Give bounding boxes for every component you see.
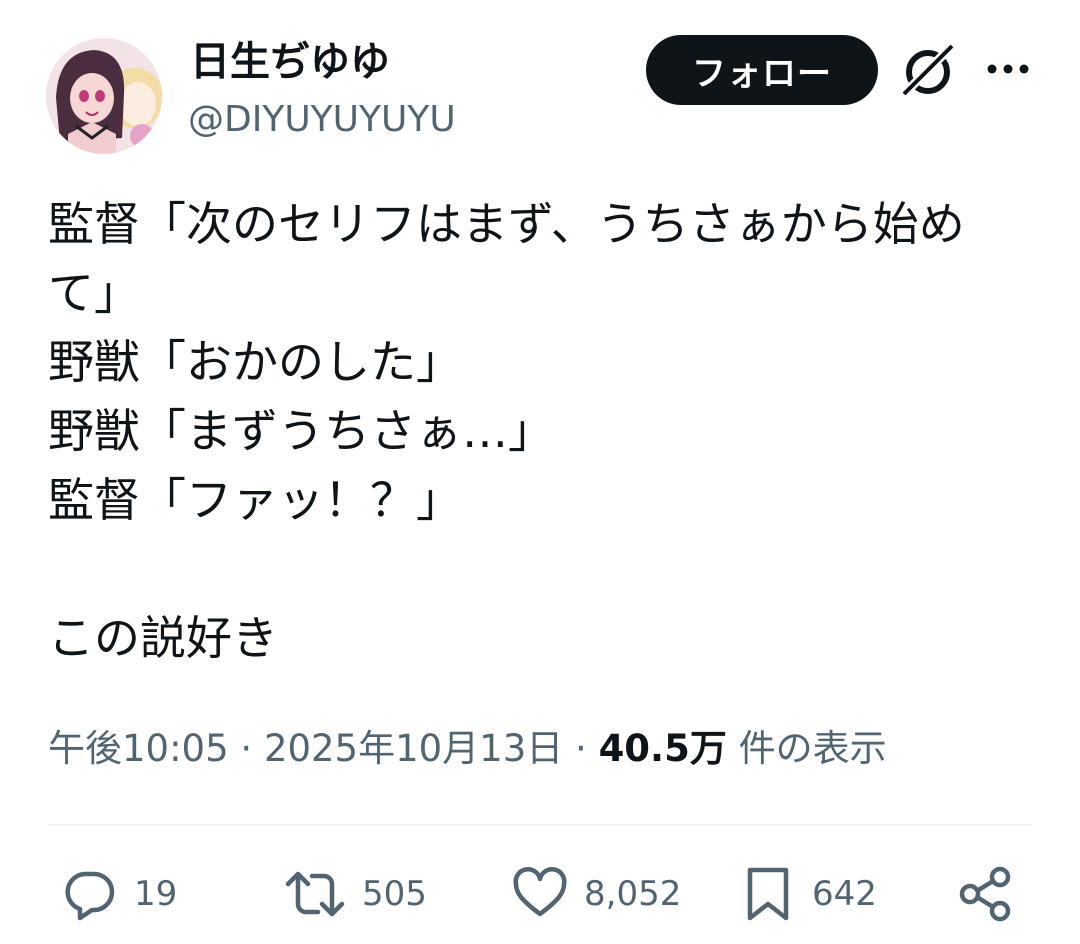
views-label: 件の表示	[738, 727, 887, 770]
retweet-button[interactable]: 505	[284, 862, 427, 926]
views-count: 40.5万	[598, 727, 727, 770]
reply-button[interactable]: 19	[62, 862, 177, 926]
bookmark-count: 642	[812, 874, 877, 914]
more-dots-icon[interactable]	[984, 56, 1032, 82]
tweet-text: 監督「次のセリフはまず、うちさぁから始めて」 野獣「おかのした」 野獣「まずうち…	[48, 197, 965, 665]
meta-separator: ·	[575, 727, 587, 770]
display-name[interactable]: 日生ぢゆゆ	[190, 36, 390, 88]
retweet-count: 505	[362, 874, 427, 914]
user-handle[interactable]: @DIYUYUYUYU	[188, 96, 456, 144]
heart-icon	[513, 867, 567, 917]
tweet-date[interactable]: 2025年10月13日	[264, 727, 563, 770]
follow-button[interactable]: フォロー	[646, 35, 878, 105]
share-button[interactable]	[956, 862, 1014, 926]
reply-icon	[65, 871, 115, 921]
reply-count: 19	[134, 874, 178, 914]
grok-icon[interactable]	[898, 42, 958, 98]
like-count: 8,052	[584, 874, 682, 914]
bookmark-icon	[747, 867, 789, 921]
meta-separator: ·	[240, 727, 253, 770]
like-button[interactable]: 8,052	[512, 862, 681, 926]
retweet-icon	[285, 871, 345, 917]
tweet-time[interactable]: 午後10:05	[48, 727, 229, 770]
tweet-meta: 午後10:05 · 2025年10月13日 · 40.5万 件の表示	[48, 722, 887, 776]
divider	[48, 824, 1032, 826]
bookmark-button[interactable]: 642	[740, 862, 877, 926]
avatar[interactable]	[46, 38, 162, 154]
avatar-illustration	[46, 38, 162, 154]
share-icon	[959, 866, 1011, 922]
